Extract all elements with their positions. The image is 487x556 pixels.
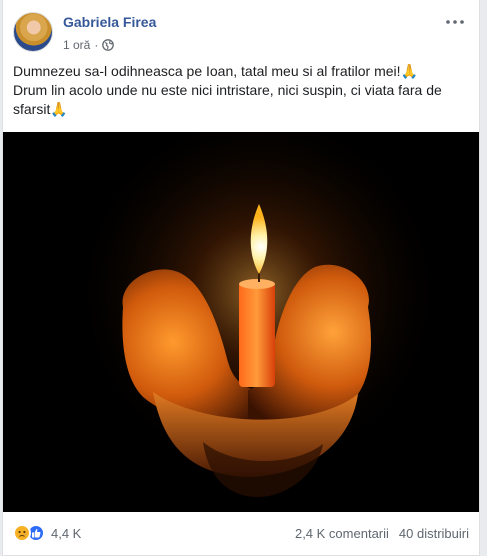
post-message: Dumnezeu sa-l odihneasca pe Ioan, tatal … bbox=[13, 62, 471, 119]
globe-icon[interactable] bbox=[102, 39, 115, 51]
more-horizontal-icon[interactable] bbox=[445, 14, 465, 30]
post-timestamp[interactable]: 1 oră bbox=[63, 38, 90, 52]
post-message-line-1: Dumnezeu sa-l odihneasca pe Ioan, tatal … bbox=[13, 62, 471, 81]
message-line-1-text: Dumnezeu sa-l odihneasca pe Ioan, tatal … bbox=[13, 63, 401, 79]
shares-count-link[interactable]: 40 distribuiri bbox=[399, 526, 469, 541]
sad-reaction-icon bbox=[13, 524, 31, 542]
author-name[interactable]: Gabriela Firea bbox=[63, 14, 156, 30]
post-meta: 1 oră · bbox=[63, 38, 115, 52]
author-avatar[interactable] bbox=[13, 12, 53, 52]
message-line-2-text: Drum lin acolo unde nu este nici intrist… bbox=[13, 82, 442, 117]
meta-separator: · bbox=[94, 38, 99, 52]
praying-hands-emoji: 🙏 bbox=[400, 63, 418, 79]
post-message-line-2: Drum lin acolo unde nu este nici intrist… bbox=[13, 81, 471, 119]
post-footer: 4,4 K 2,4 K comentarii 40 distribuiri bbox=[3, 512, 479, 556]
reactions-summary[interactable]: 4,4 K bbox=[13, 524, 81, 542]
post-header: Gabriela Firea 1 oră · bbox=[3, 0, 479, 60]
post-stats: 2,4 K comentarii 40 distribuiri bbox=[295, 526, 469, 541]
comments-count-link[interactable]: 2,4 K comentarii bbox=[295, 526, 389, 541]
reactions-count: 4,4 K bbox=[51, 525, 82, 541]
post-photo[interactable] bbox=[3, 132, 479, 512]
praying-hands-emoji-2: 🙏 bbox=[50, 101, 68, 117]
post-card: Gabriela Firea 1 oră · Dumnezeu sa-l odi… bbox=[2, 0, 480, 556]
